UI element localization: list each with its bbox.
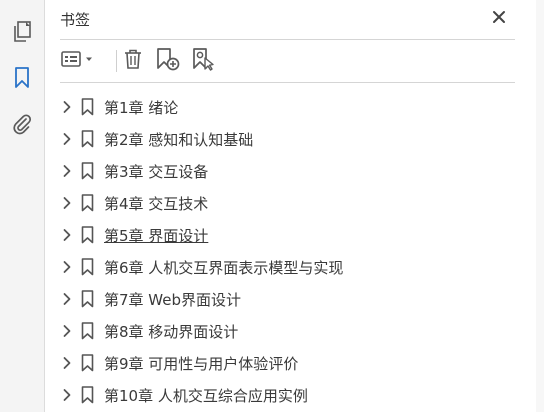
chevron-right-icon[interactable] xyxy=(60,324,74,338)
bookmark-icon xyxy=(80,290,94,308)
bookmark-item[interactable]: 第1章 绪论 xyxy=(60,91,544,123)
bookmark-item[interactable]: 第10章 人机交互综合应用实例 xyxy=(60,379,544,411)
bookmark-item[interactable]: 第6章 人机交互界面表示模型与实现 xyxy=(60,251,544,283)
bookmark-item[interactable]: 第9章 可用性与用户体验评价 xyxy=(60,347,544,379)
attachments-panel-button[interactable] xyxy=(7,109,37,139)
bookmark-icon xyxy=(80,130,94,148)
toolbar-separator xyxy=(116,50,117,72)
options-menu-button[interactable] xyxy=(60,48,96,74)
bookmark-icon xyxy=(80,162,94,180)
paperclip-icon xyxy=(12,113,32,135)
copy-pages-icon xyxy=(12,21,32,43)
chevron-right-icon[interactable] xyxy=(60,196,74,210)
chevron-right-icon[interactable] xyxy=(60,100,74,114)
bookmark-icon xyxy=(80,386,94,404)
scrollbar[interactable] xyxy=(536,0,544,412)
bookmark-item[interactable]: 第8章 移动界面设计 xyxy=(60,315,544,347)
new-bookmark-button[interactable] xyxy=(154,48,182,74)
chevron-right-icon[interactable] xyxy=(60,228,74,242)
bookmarks-panel-button[interactable] xyxy=(7,63,37,93)
chevron-right-icon[interactable] xyxy=(60,260,74,274)
bookmark-label: 第4章 交互技术 xyxy=(104,194,209,213)
toolbar-divider xyxy=(60,82,515,83)
bookmark-label: 第9章 可用性与用户体验评价 xyxy=(104,354,299,373)
bookmark-label: 第3章 交互设备 xyxy=(104,162,209,181)
add-bookmark-icon xyxy=(155,47,181,75)
chevron-right-icon[interactable] xyxy=(60,356,74,370)
bookmark-label: 第8章 移动界面设计 xyxy=(104,322,239,341)
bookmark-label: 第1章 绪论 xyxy=(104,98,179,117)
chevron-right-icon[interactable] xyxy=(60,292,74,306)
bookmark-list: 第1章 绪论第2章 感知和认知基础 第3章 交互设备 第4章 交互技术 第5章 界面设… xyxy=(60,91,544,411)
list-options-icon xyxy=(60,49,96,73)
bookmark-label: 第10章 人机交互综合应用实例 xyxy=(104,386,308,405)
close-icon xyxy=(492,9,506,28)
trash-icon xyxy=(123,48,143,74)
bookmark-cursor-icon xyxy=(191,47,217,75)
bookmark-item[interactable]: 第2章 感知和认知基础 xyxy=(60,123,544,155)
bookmark-item[interactable]: 第3章 交互设备 xyxy=(60,155,544,187)
bookmark-icon xyxy=(80,194,94,212)
bookmark-icon xyxy=(80,354,94,372)
header-divider xyxy=(60,39,515,40)
bookmark-label: 第5章 界面设计 xyxy=(104,226,209,245)
chevron-right-icon[interactable] xyxy=(60,388,74,402)
bookmark-label: 第2章 感知和认知基础 xyxy=(104,130,254,149)
bookmark-icon xyxy=(80,226,94,244)
bookmark-icon xyxy=(80,322,94,340)
bookmark-icon xyxy=(80,98,94,116)
chevron-right-icon[interactable] xyxy=(60,132,74,146)
add-bookmark-from-structure-button[interactable] xyxy=(190,48,218,74)
bookmark-label: 第6章 人机交互界面表示模型与实现 xyxy=(104,258,344,277)
left-navigation-rail xyxy=(0,0,45,412)
panel-title: 书签 xyxy=(60,11,91,29)
delete-bookmark-button[interactable] xyxy=(120,48,146,74)
close-panel-button[interactable] xyxy=(488,7,510,29)
bookmark-icon xyxy=(14,67,30,89)
pages-panel-button[interactable] xyxy=(7,17,37,47)
bookmark-item[interactable]: 第5章 界面设计 xyxy=(60,219,544,251)
bookmark-toolbar xyxy=(60,48,515,74)
bookmark-icon xyxy=(80,258,94,276)
bookmark-item[interactable]: 第7章 Web界面设计 xyxy=(60,283,544,315)
bookmark-item[interactable]: 第4章 交互技术 xyxy=(60,187,544,219)
bookmark-label: 第7章 Web界面设计 xyxy=(104,290,242,309)
chevron-right-icon[interactable] xyxy=(60,164,74,178)
bookmarks-panel: 书签 第1章 绪论 第2章 感知和认知基础 第3章 交互设备 第4章 交互技术 … xyxy=(45,0,544,412)
